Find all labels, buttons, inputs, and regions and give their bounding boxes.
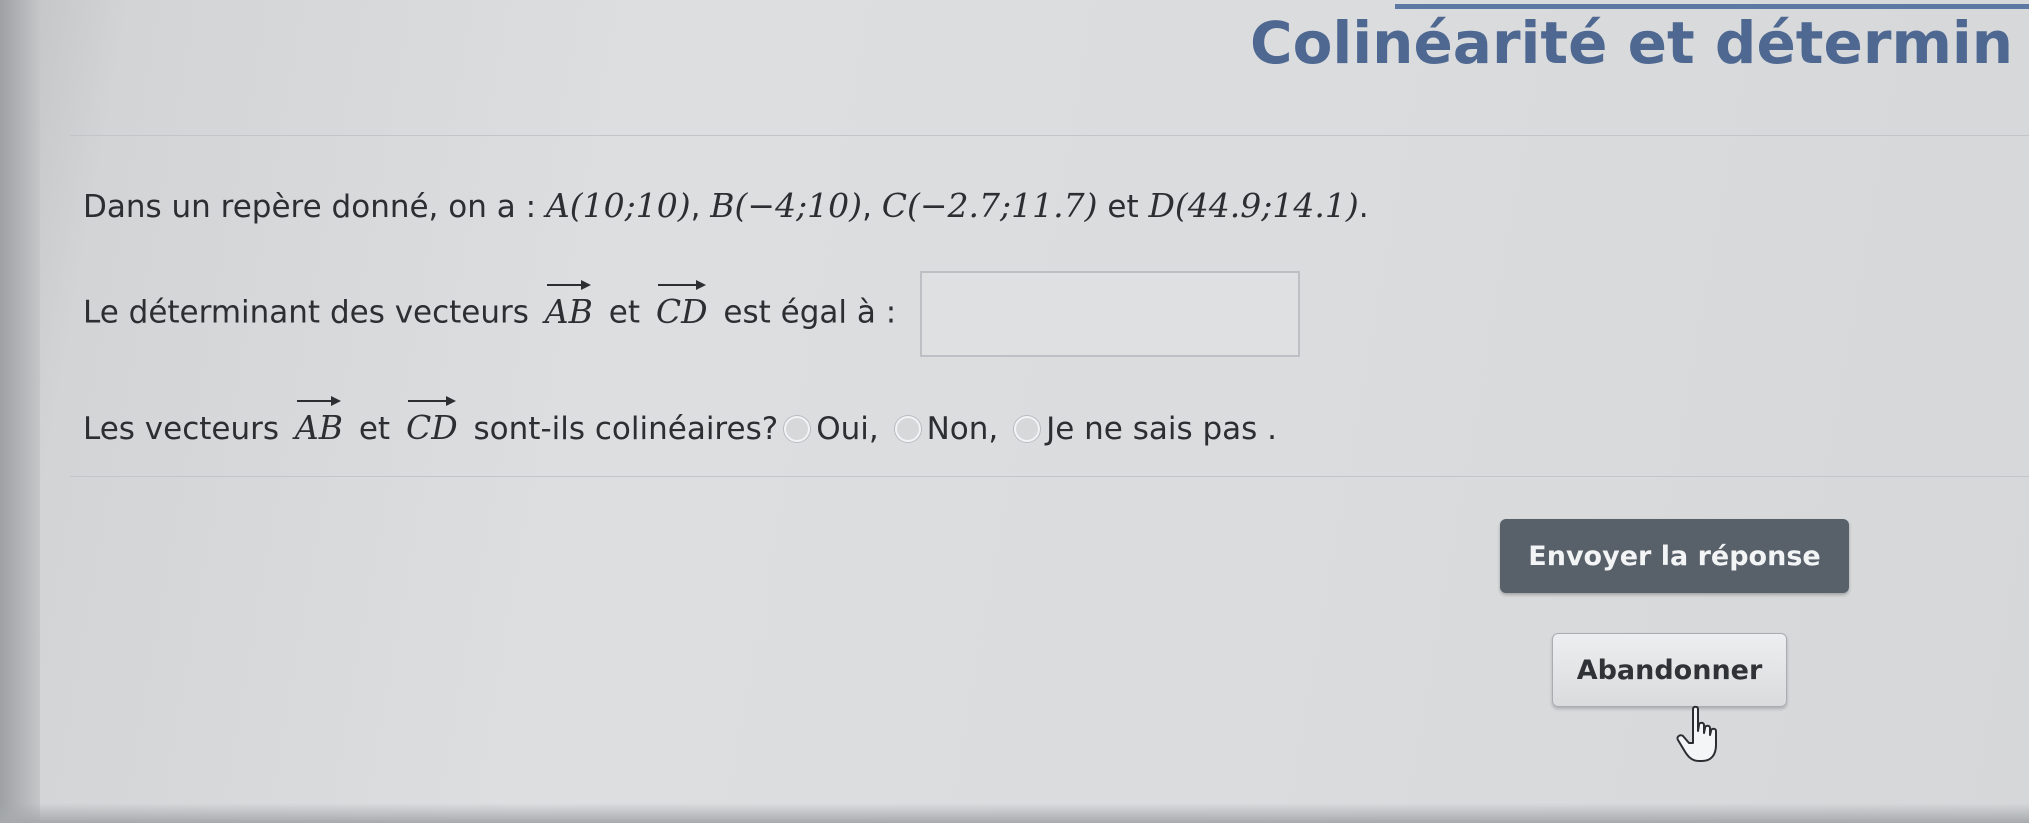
screen-bottom-shadow xyxy=(0,803,2029,823)
option-oui-label[interactable]: Oui, xyxy=(816,411,879,447)
option-non-label[interactable]: Non, xyxy=(927,411,999,447)
hand-pointer-icon xyxy=(1676,705,1717,762)
radio-non[interactable] xyxy=(894,415,921,442)
and-word: et xyxy=(608,294,640,331)
question-panel: Dans un repère donné, on a : A(10;10), B… xyxy=(70,135,2029,477)
separator: , xyxy=(690,189,711,225)
colinear-suffix: sont-ils colinéaires? xyxy=(473,411,779,447)
determinant-prefix: Le déterminant des vecteurs xyxy=(83,294,529,331)
point-d: D(44.9;14.1) xyxy=(1148,186,1359,225)
option-je-ne-sais-pas-label[interactable]: Je ne sais pas . xyxy=(1046,411,1277,447)
submit-answer-button[interactable]: Envoyer la réponse xyxy=(1500,519,1849,593)
determinant-suffix: est égal à : xyxy=(723,294,897,331)
and-word: et xyxy=(358,411,391,447)
and-word: et xyxy=(1097,189,1149,225)
vector-ab: AB xyxy=(545,279,593,331)
point-a: A(10;10) xyxy=(545,186,691,225)
point-b: B(−4;10) xyxy=(710,186,863,225)
period: . xyxy=(1358,189,1369,225)
vector-ab: AB xyxy=(295,396,343,447)
radio-je-ne-sais-pas[interactable] xyxy=(1014,415,1041,442)
page-title: Colinéarité et détermin xyxy=(1250,9,2014,77)
determinant-statement: Le déterminant des vecteurs AB et CD est… xyxy=(83,271,1301,357)
points-statement: Dans un repère donné, on a : A(10;10), B… xyxy=(83,186,1369,225)
point-c: C(−2.7;11.7) xyxy=(881,186,1098,225)
intro-text: Dans un repère donné, on a : xyxy=(83,189,546,225)
colinearity-question: Les vecteurs AB et CD sont-ils colinéair… xyxy=(83,396,1277,447)
determinant-input[interactable] xyxy=(920,271,1301,357)
vector-cd: CD xyxy=(406,396,458,447)
separator: , xyxy=(862,189,882,225)
screen-edge-shadow xyxy=(0,0,40,823)
vector-cd: CD xyxy=(656,279,708,331)
radio-oui[interactable] xyxy=(784,415,811,442)
colinear-prefix: Les vecteurs xyxy=(83,411,280,447)
abandon-button[interactable]: Abandonner xyxy=(1552,633,1787,707)
